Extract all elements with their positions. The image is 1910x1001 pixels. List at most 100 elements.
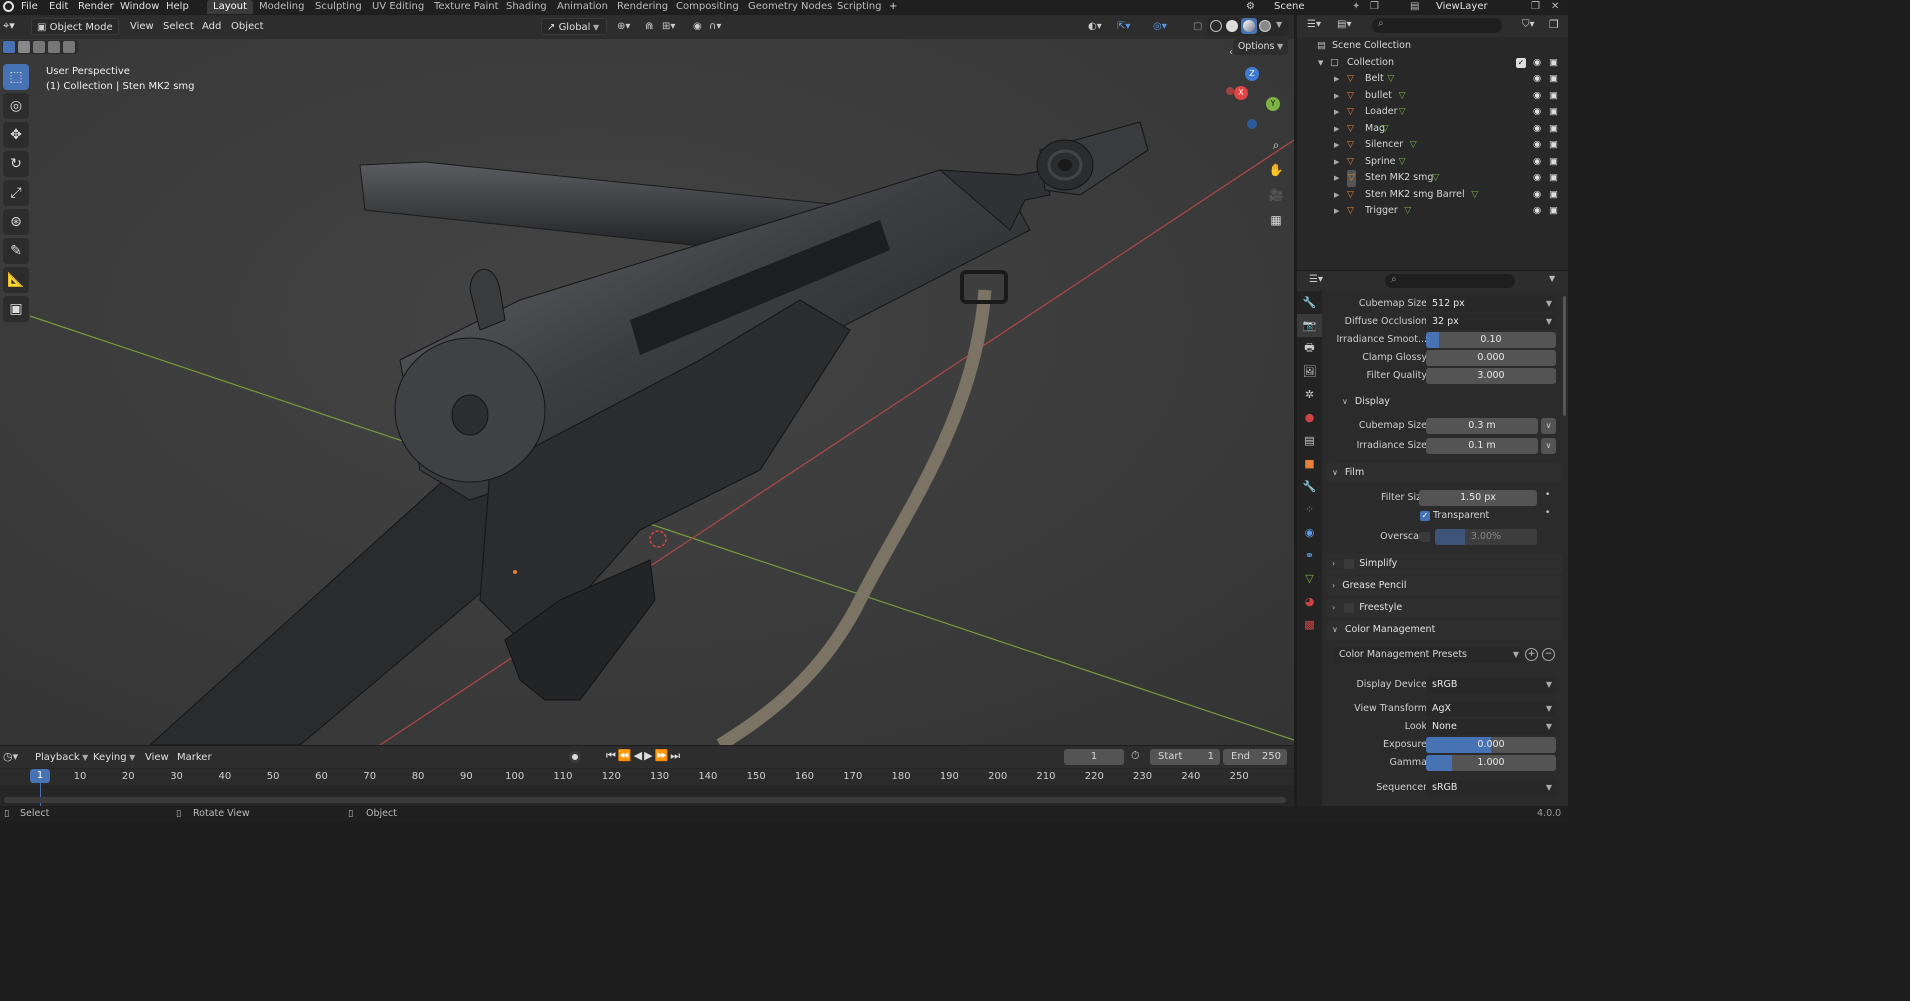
property-slider[interactable]: 0.000 <box>1426 737 1556 753</box>
select-extend-icon[interactable] <box>18 41 30 53</box>
gizmo-x-axis[interactable]: X <box>1234 86 1248 100</box>
measure-icon[interactable]: 📐 <box>3 267 29 293</box>
overscan-checkbox[interactable] <box>1420 532 1430 542</box>
camera-icon[interactable]: ▣ <box>1549 121 1558 138</box>
tab-animation[interactable]: Animation <box>551 0 614 14</box>
tab-modeling[interactable]: Modeling <box>253 0 311 14</box>
camera-icon[interactable]: ▣ <box>1549 88 1558 105</box>
outliner-item[interactable]: ▶ ▽ Mag ▽ ◉ ▣ <box>1297 121 1568 138</box>
tab-compositing[interactable]: Compositing <box>670 0 745 14</box>
property-dropdown[interactable]: AgX ▼ <box>1426 701 1556 717</box>
next-keyframe-icon[interactable]: ⏩ <box>655 749 671 762</box>
visibility-icon[interactable]: ◐▾ <box>1083 18 1107 35</box>
simplify-checkbox[interactable] <box>1344 558 1355 569</box>
grease-pencil-panel-header[interactable]: › Grease Pencil <box>1327 576 1562 596</box>
blender-logo-icon[interactable] <box>3 1 14 12</box>
play-icon[interactable]: ▶ <box>644 749 654 762</box>
menu-select[interactable]: Select <box>158 18 199 35</box>
remove-preset-icon[interactable]: − <box>1542 648 1555 661</box>
chevron-right-icon[interactable]: ▶ <box>1334 187 1339 204</box>
viewport-3d[interactable]: User Perspective (1) Collection | Sten M… <box>0 39 1294 745</box>
prev-keyframe-icon[interactable]: ⏪ <box>618 749 634 762</box>
freestyle-checkbox[interactable] <box>1344 602 1355 613</box>
film-panel-header[interactable]: ∨ Film <box>1327 463 1562 483</box>
outliner-item[interactable]: ▶ ▽ Trigger ▽ ◉ ▣ <box>1297 203 1568 220</box>
rotate-icon[interactable]: ↻ <box>3 151 29 177</box>
outliner-item[interactable]: ▶ ▽ Belt ▽ ◉ ▣ <box>1297 71 1568 88</box>
select-subtract-icon[interactable] <box>33 41 45 53</box>
texture-tab-icon[interactable]: ▩ <box>1297 613 1322 636</box>
play-reverse-icon[interactable]: ◀ <box>634 749 644 762</box>
cursor-icon[interactable]: ◎ <box>3 93 29 119</box>
camera-icon[interactable]: ▣ <box>1549 203 1558 220</box>
menu-render[interactable]: Render <box>78 0 114 14</box>
record-icon[interactable] <box>569 751 581 763</box>
annotate-icon[interactable]: ✎ <box>3 238 29 264</box>
rendered-shading-icon[interactable] <box>1259 20 1271 32</box>
constraints-tab-icon[interactable]: ⚭ <box>1297 544 1322 567</box>
new-collection-icon[interactable]: ❐ <box>1549 18 1559 31</box>
material-tab-icon[interactable]: ◕ <box>1297 590 1322 613</box>
options-dropdown[interactable]: Options ▼ <box>1233 39 1288 55</box>
object-tab-icon[interactable]: ■ <box>1297 452 1322 475</box>
chevron-right-icon[interactable]: ▶ <box>1334 71 1339 88</box>
view-layer-tab-icon[interactable]: 🖼 <box>1297 360 1322 383</box>
mode-dropdown[interactable]: ▣ Object Mode ▼ <box>31 18 119 49</box>
transform-orientation-dropdown[interactable]: ↗ Global ▼ <box>541 18 607 35</box>
outliner-search-input[interactable]: ⌕ <box>1372 18 1502 33</box>
tab-uv-editing[interactable]: UV Editing <box>366 0 430 14</box>
unit-dropdown-icon[interactable]: ∨ <box>1541 438 1556 454</box>
render-tab-icon[interactable]: 📷 <box>1297 314 1322 337</box>
viewlayer-selector[interactable]: ViewLayer <box>1436 0 1488 14</box>
chevron-right-icon[interactable]: ▶ <box>1334 104 1339 121</box>
material-preview-shading-button[interactable] <box>1241 18 1257 34</box>
property-dropdown[interactable]: None ▼ <box>1426 719 1556 735</box>
collection-tab-icon[interactable]: ▤ <box>1297 429 1322 452</box>
eye-icon[interactable]: ◉ <box>1533 137 1541 154</box>
editor-type-icon[interactable]: ⌖▾ <box>3 19 27 34</box>
current-frame-field[interactable]: 1 <box>1064 749 1124 765</box>
overscan-field[interactable]: 3.00% <box>1435 529 1537 545</box>
timeline-editor-type-icon[interactable]: ◷▾ <box>3 750 18 763</box>
chevron-down-icon[interactable]: ▼ <box>1318 55 1323 72</box>
property-slider[interactable]: 1.000 <box>1426 755 1556 771</box>
scene-selector[interactable]: Scene <box>1274 0 1305 14</box>
chevron-down-icon[interactable]: ▼ <box>1549 274 1555 283</box>
properties-scrollbar[interactable] <box>1563 296 1566 416</box>
camera-icon[interactable]: ▣ <box>1549 104 1558 121</box>
transparent-checkbox[interactable]: ✓ <box>1420 511 1430 521</box>
pivot-point-icon[interactable]: ⊕▾ <box>612 18 635 35</box>
remove-viewlayer-icon[interactable]: ✕ <box>1551 1 1565 13</box>
menu-keying[interactable]: Keying ▼ <box>88 749 140 766</box>
chevron-right-icon[interactable]: ▶ <box>1334 88 1339 105</box>
playhead[interactable]: 1 <box>30 769 50 783</box>
add-cube-icon[interactable]: ▣ <box>3 296 29 322</box>
camera-icon[interactable]: ▣ <box>1549 154 1558 171</box>
gizmo-toggle-icon[interactable]: ⇱▾ <box>1112 18 1135 35</box>
display-subpanel-header[interactable]: ∨ Display <box>1327 392 1562 412</box>
select-difference-icon[interactable] <box>48 41 60 53</box>
outliner-item[interactable]: ▶ ▽ bullet ▽ ◉ ▣ <box>1297 88 1568 105</box>
chevron-right-icon[interactable]: ▶ <box>1334 121 1339 138</box>
camera-view-icon[interactable]: 🎥 <box>1265 184 1287 206</box>
pin-icon[interactable]: ✦ <box>1352 1 1366 13</box>
physics-tab-icon[interactable]: ◉ <box>1297 521 1322 544</box>
eye-icon[interactable]: ◉ <box>1533 154 1541 171</box>
snap-icon[interactable]: ⋒ <box>640 18 658 35</box>
property-field[interactable]: 3.000 <box>1426 368 1556 384</box>
outliner-item[interactable]: ▶ ▽ Loader ▽ ◉ ▣ <box>1297 104 1568 121</box>
properties-search-input[interactable]: ⌕ <box>1385 274 1515 288</box>
add-preset-icon[interactable]: + <box>1525 648 1538 661</box>
tab-rendering[interactable]: Rendering <box>611 0 674 14</box>
color-management-panel-header[interactable]: ∨ Color Management <box>1327 620 1562 640</box>
tab-geometry-nodes[interactable]: Geometry Nodes <box>742 0 838 14</box>
new-scene-icon[interactable]: ❐ <box>1370 1 1384 13</box>
display-mode-icon[interactable]: ▤▾ <box>1337 19 1351 30</box>
property-slider[interactable]: 0.10 <box>1426 332 1556 348</box>
chevron-right-icon[interactable]: ▶ <box>1334 137 1339 154</box>
outliner-type-icon[interactable]: ☰▾ <box>1307 19 1321 30</box>
simplify-panel-header[interactable]: › Simplify <box>1327 554 1562 574</box>
transform-icon[interactable]: ⊛ <box>3 209 29 235</box>
outliner-item[interactable]: ▶ ▽ Sten MK2 smg ▽ ◉ ▣ <box>1297 170 1568 187</box>
shading-options-icon[interactable]: ▼ <box>1276 20 1282 29</box>
